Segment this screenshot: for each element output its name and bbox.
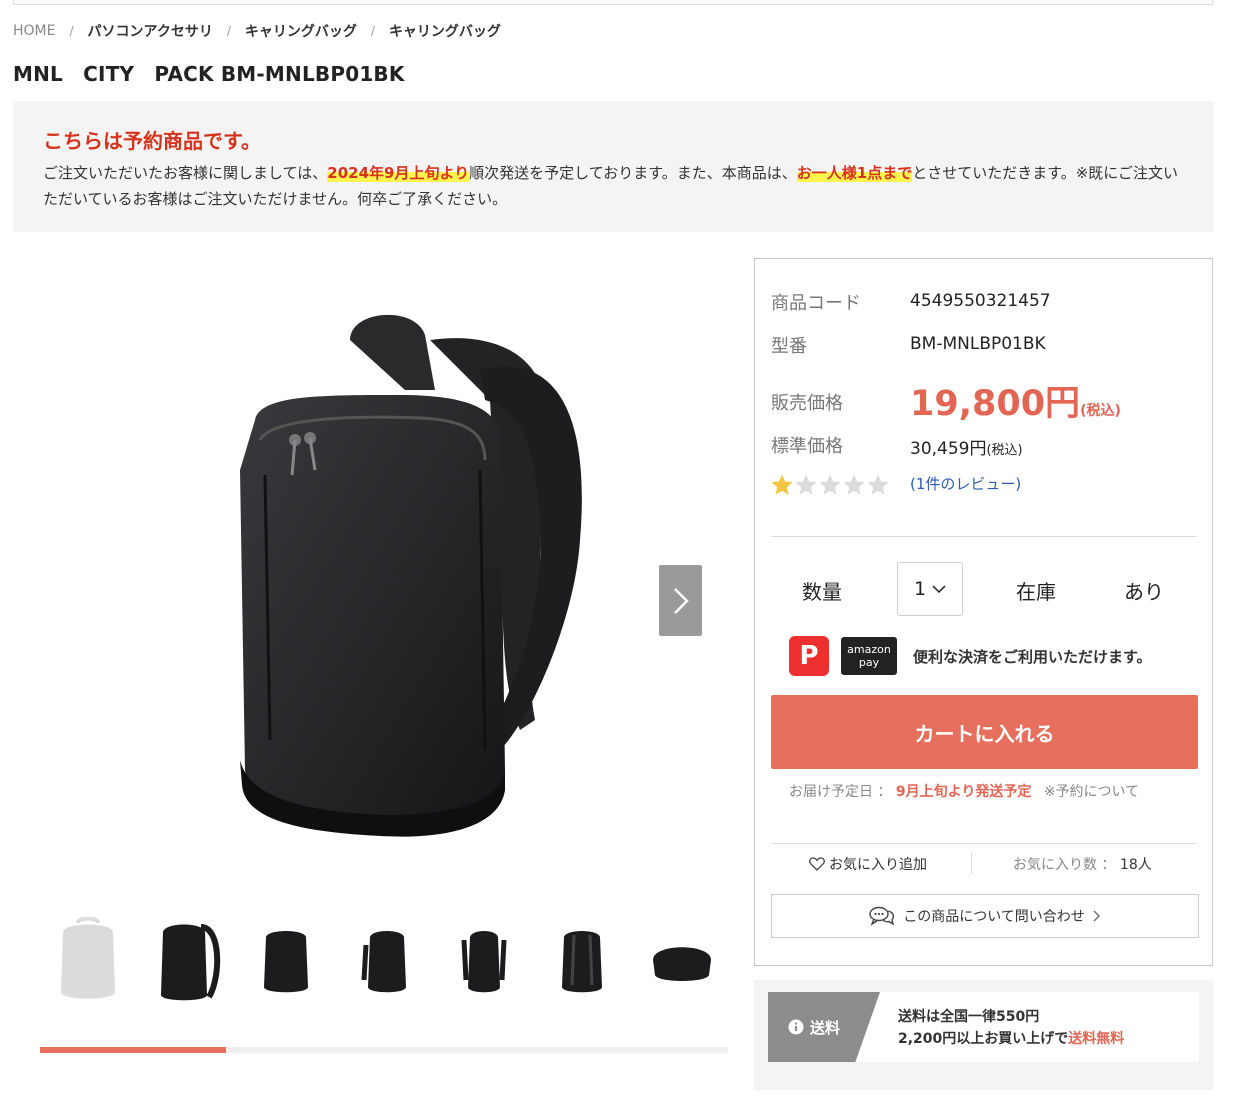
backpack-thumbnail-icon bbox=[562, 931, 602, 993]
quantity-label: 数量 bbox=[802, 580, 842, 604]
favorite-count-value: 18人 bbox=[1119, 857, 1152, 873]
thumbnail[interactable] bbox=[140, 912, 236, 1008]
notice-highlight-limit: お一人様1点まで bbox=[796, 164, 913, 182]
preorder-notice: こちらは予約商品です。 ご注文いただいたお客様に関しましては、2024年9月上旬… bbox=[13, 101, 1213, 232]
notice-title: こちらは予約商品です。 bbox=[43, 129, 261, 153]
thumbnail[interactable] bbox=[534, 912, 630, 1008]
chat-bubbles-icon bbox=[869, 906, 895, 926]
product-main-image[interactable] bbox=[200, 300, 600, 840]
shipping-tag-label: 送料 bbox=[810, 1018, 841, 1037]
std-price-value: 30,459円 bbox=[910, 439, 987, 459]
quantity-select[interactable]: 1 bbox=[897, 562, 963, 616]
thumbnail[interactable] bbox=[238, 912, 334, 1008]
thumbnail[interactable] bbox=[436, 912, 532, 1008]
backpack-thumbnail-icon bbox=[61, 917, 115, 999]
amazon-pay-logo-icon: amazon pay bbox=[841, 637, 897, 675]
sale-price-value: 19,800円 bbox=[910, 384, 1081, 424]
add-favorite-button[interactable]: お気に入り追加 bbox=[809, 854, 927, 874]
backpack-thumbnail-icon bbox=[653, 947, 711, 981]
breadcrumb-separator: / bbox=[226, 24, 231, 38]
star-icon bbox=[867, 474, 889, 495]
stock-value: あり bbox=[1124, 580, 1164, 604]
code-value: 4549550321457 bbox=[910, 291, 1051, 311]
paypay-logo-icon: P bbox=[789, 636, 829, 676]
favorite-count: お気に入り数 ： 18人 bbox=[1013, 854, 1152, 874]
quantity-value: 1 bbox=[913, 578, 927, 600]
gallery-scroll-thumb[interactable] bbox=[40, 1047, 226, 1053]
breadcrumb-separator: / bbox=[370, 24, 375, 38]
reviews-link[interactable]: (1件のレビュー) bbox=[910, 473, 1021, 494]
backpack-thumbnail-icon bbox=[461, 931, 507, 993]
shipping-info: 送料 送料は全国一律550円 2,200円以上お買い上げで送料無料 bbox=[754, 980, 1213, 1090]
star-icon bbox=[771, 474, 793, 495]
free-shipping-text: 送料無料 bbox=[1068, 1031, 1125, 1047]
breadcrumb-item[interactable]: パソコンアクセサリ bbox=[88, 21, 213, 41]
gallery-next-button[interactable] bbox=[659, 565, 702, 636]
backpack-thumbnail-icon bbox=[264, 931, 308, 993]
chevron-down-icon bbox=[932, 584, 946, 593]
favorite-count-label: お気に入り数 ： bbox=[1013, 857, 1116, 873]
backpack-thumbnail-icon bbox=[361, 931, 406, 993]
amazon-pay-text: pay bbox=[858, 656, 880, 669]
star-icon bbox=[819, 474, 841, 495]
divider bbox=[971, 852, 972, 874]
amazon-pay-text: amazon bbox=[847, 643, 891, 656]
favorites-row: お気に入り追加 お気に入り数 ： 18人 bbox=[771, 843, 1197, 880]
rating-stars bbox=[770, 473, 890, 497]
inquiry-label: この商品について問い合わせ bbox=[903, 909, 1085, 925]
price-label: 販売価格 bbox=[771, 393, 843, 414]
delivery-label: お届け予定日 ： bbox=[789, 784, 892, 800]
add-to-cart-button[interactable]: カートに入れる bbox=[771, 695, 1198, 769]
breadcrumb-separator: / bbox=[69, 24, 74, 38]
info-icon bbox=[788, 1019, 804, 1035]
shipping-line-2: 2,200円以上お買い上げで送料無料 bbox=[898, 1028, 1124, 1050]
shipping-tag: 送料 bbox=[768, 992, 880, 1062]
sale-price: 19,800円(税込) bbox=[910, 375, 1121, 426]
sale-price-tax: (税込) bbox=[1080, 403, 1121, 419]
shipping-line-2-text: 2,200円以上お買い上げで bbox=[898, 1031, 1069, 1047]
star-icon bbox=[843, 474, 865, 495]
std-price: 30,459円(税込) bbox=[910, 434, 1023, 459]
notice-text-part: ご注文いただいたお客様に関しましては、 bbox=[43, 164, 328, 182]
shipping-box: 送料 送料は全国一律550円 2,200円以上お買い上げで送料無料 bbox=[768, 992, 1199, 1062]
delivery-value: 9月上旬より発送予定 bbox=[895, 784, 1032, 800]
preorder-info-link[interactable]: ※予約について bbox=[1044, 784, 1139, 800]
add-favorite-label: お気に入り追加 bbox=[829, 857, 927, 873]
thumbnail[interactable] bbox=[338, 912, 434, 1008]
shipping-text: 送料は全国一律550円 2,200円以上お買い上げで送料無料 bbox=[898, 1006, 1124, 1050]
notice-text-part: 順次発送を予定しております。また、本商品は、 bbox=[469, 164, 797, 182]
code-label: 商品コード bbox=[771, 293, 861, 314]
breadcrumb-item: キャリングバッグ bbox=[388, 24, 501, 40]
breadcrumb-item[interactable]: キャリングバッグ bbox=[245, 21, 357, 41]
std-price-tax: (税込) bbox=[986, 443, 1023, 458]
payment-text: 便利な決済をご利用いただけます。 bbox=[913, 647, 1152, 666]
payment-methods: P amazon pay 便利な決済をご利用いただけます。 bbox=[789, 636, 1152, 676]
chevron-right-icon bbox=[1093, 910, 1100, 922]
std-price-label: 標準価格 bbox=[771, 436, 843, 457]
delivery-info: お届け予定日 ： 9月上旬より発送予定 ※予約について bbox=[789, 781, 1139, 801]
breadcrumb: HOME / パソコンアクセサリ / キャリングバッグ / キャリングバッグ bbox=[13, 21, 501, 41]
top-border bbox=[13, 0, 1213, 5]
model-label: 型番 bbox=[771, 336, 807, 357]
heart-icon bbox=[809, 857, 825, 871]
chevron-right-icon bbox=[673, 587, 689, 614]
backpack-thumbnail-icon bbox=[161, 924, 221, 1001]
product-inquiry-button[interactable]: この商品について問い合わせ bbox=[771, 894, 1199, 938]
gallery-scrollbar[interactable] bbox=[40, 1047, 728, 1053]
stock-label: 在庫 bbox=[1016, 580, 1056, 604]
thumbnail[interactable] bbox=[40, 912, 136, 1008]
star-icon bbox=[795, 474, 817, 495]
page-title: MNL CITY PACK BM-MNLBP01BK bbox=[13, 62, 405, 86]
notice-highlight-date: 2024年9月上旬より bbox=[327, 164, 470, 182]
shipping-line-1: 送料は全国一律550円 bbox=[898, 1009, 1040, 1025]
breadcrumb-home[interactable]: HOME bbox=[13, 23, 55, 39]
notice-text: ご注文いただいたお客様に関しましては、2024年9月上旬より順次発送を予定してお… bbox=[43, 160, 1183, 212]
thumbnail[interactable] bbox=[634, 912, 730, 1008]
product-info-panel: 商品コード 4549550321457 型番 BM-MNLBP01BK 販売価格… bbox=[754, 258, 1213, 966]
divider bbox=[771, 536, 1197, 537]
model-value: BM-MNLBP01BK bbox=[910, 334, 1046, 354]
thumbnail-strip bbox=[40, 912, 730, 1012]
